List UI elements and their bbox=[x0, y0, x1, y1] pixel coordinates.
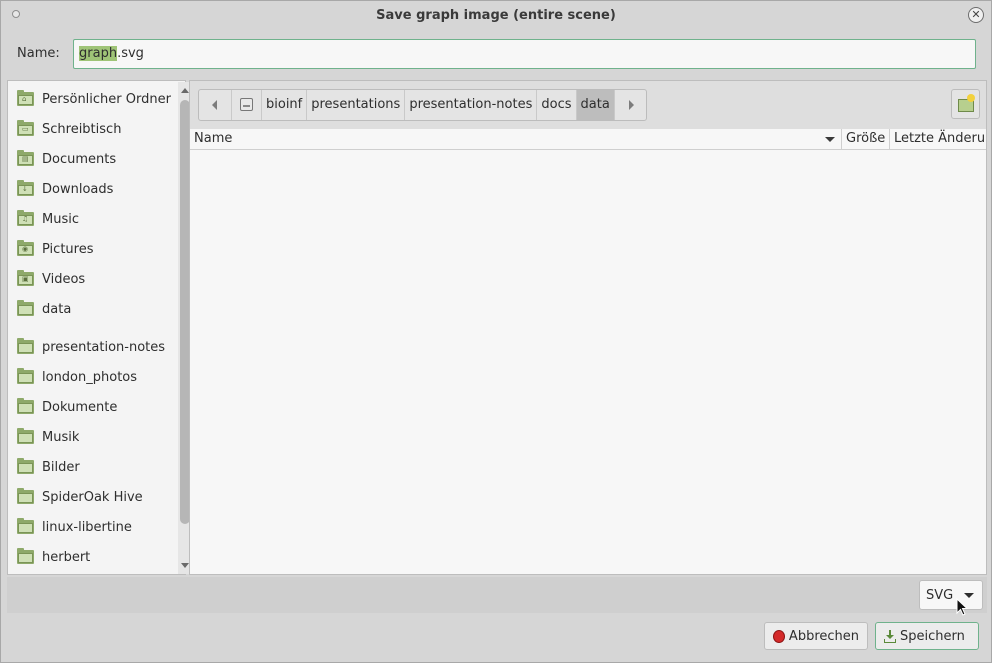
stop-icon bbox=[773, 629, 785, 643]
cancel-button-label: Abbrechen bbox=[788, 628, 859, 644]
file-type-filter-value: SVG bbox=[926, 588, 954, 603]
sidebar-item-label: Downloads bbox=[42, 181, 114, 197]
sidebar-item-label: Bilder bbox=[42, 459, 80, 475]
cancel-button[interactable]: Abbrechen bbox=[764, 622, 868, 650]
sort-descending-icon bbox=[825, 137, 835, 142]
breadcrumb: bioinf presentations presentation-notes … bbox=[198, 89, 647, 121]
places-sidebar: ⌂ Persönlicher Ordner ▭ Schreibtisch ▤ D… bbox=[7, 80, 192, 575]
save-button-label: Speichern bbox=[900, 628, 965, 644]
folder-icon bbox=[17, 458, 34, 474]
sidebar-item-desktop[interactable]: ▭ Schreibtisch bbox=[8, 116, 173, 142]
window-title: Save graph image (entire scene) bbox=[376, 8, 616, 23]
folder-icon bbox=[17, 518, 34, 534]
documents-folder-icon: ▤ bbox=[17, 150, 34, 166]
column-header-label: Name bbox=[194, 131, 233, 146]
file-list-header: Name Größe Letzte Änderung bbox=[190, 129, 986, 150]
save-button[interactable]: Speichern bbox=[875, 622, 979, 650]
save-icon bbox=[884, 629, 896, 643]
path-toolbar: bioinf presentations presentation-notes … bbox=[190, 81, 986, 129]
close-icon: ✕ bbox=[971, 8, 981, 21]
sidebar-item-label: Persönlicher Ordner bbox=[42, 91, 171, 107]
chevron-right-icon bbox=[628, 100, 634, 110]
folder-icon bbox=[17, 488, 34, 504]
filter-bar: SVG bbox=[7, 577, 987, 613]
scroll-up-arrow-icon[interactable] bbox=[181, 88, 189, 93]
sidebar-item-documents[interactable]: ▤ Documents bbox=[8, 146, 173, 172]
sidebar-item-label: presentation-notes bbox=[42, 339, 166, 355]
sidebar-item-label: london_photos bbox=[42, 369, 138, 385]
file-browser-panel: bioinf presentations presentation-notes … bbox=[189, 80, 987, 575]
drive-icon bbox=[240, 98, 253, 111]
sidebar-item-musik[interactable]: Musik bbox=[8, 424, 173, 450]
column-header-label: Größe bbox=[846, 131, 886, 146]
folder-icon bbox=[17, 398, 34, 414]
sidebar-item-label: Pictures bbox=[42, 241, 94, 257]
sidebar-item-spideroak-hive[interactable]: SpiderOak Hive bbox=[8, 484, 173, 510]
sidebar-item-label: Schreibtisch bbox=[42, 121, 122, 137]
downloads-folder-icon: ↓ bbox=[17, 180, 34, 196]
scroll-down-arrow-icon[interactable] bbox=[181, 563, 189, 568]
sidebar-item-label: Documents bbox=[42, 151, 117, 167]
home-folder-icon: ⌂ bbox=[17, 90, 34, 106]
sidebar-item-label: Dokumente bbox=[42, 399, 118, 415]
sidebar-item-presentation-notes[interactable]: presentation-notes bbox=[8, 334, 173, 360]
column-header-label: Letzte Änderung bbox=[894, 131, 986, 146]
path-scroll-right-button[interactable] bbox=[613, 90, 646, 120]
sidebar-item-linux-libertine[interactable]: linux-libertine bbox=[8, 514, 173, 540]
sidebar-item-herbert[interactable]: herbert bbox=[8, 544, 173, 570]
create-folder-button[interactable] bbox=[951, 89, 980, 119]
new-badge-icon bbox=[967, 94, 975, 102]
path-segment-presentations[interactable]: presentations bbox=[306, 90, 404, 120]
name-label: Name: bbox=[17, 46, 60, 61]
chevron-left-icon bbox=[212, 100, 217, 110]
filename-extension-text: .svg bbox=[117, 46, 144, 61]
title-bar: Save graph image (entire scene) ✕ bbox=[1, 1, 991, 31]
sidebar-item-london-photos[interactable]: london_photos bbox=[8, 364, 173, 390]
sidebar-item-bilder[interactable]: Bilder bbox=[8, 454, 173, 480]
close-button[interactable]: ✕ bbox=[968, 7, 984, 23]
save-dialog: Save graph image (entire scene) ✕ Name: … bbox=[0, 0, 992, 663]
column-header-name[interactable]: Name bbox=[190, 129, 842, 150]
path-root-button[interactable] bbox=[231, 90, 261, 120]
sidebar-item-label: Videos bbox=[42, 271, 86, 287]
sidebar-item-home[interactable]: ⌂ Persönlicher Ordner bbox=[8, 86, 173, 112]
sidebar-item-label: linux-libertine bbox=[42, 519, 132, 535]
sidebar-item-data[interactable]: data bbox=[8, 296, 173, 322]
sidebar-item-videos[interactable]: ▣ Videos bbox=[8, 266, 173, 292]
videos-folder-icon: ▣ bbox=[17, 270, 34, 286]
sidebar-item-music[interactable]: ♫ Music bbox=[8, 206, 173, 232]
folder-icon bbox=[17, 368, 34, 384]
folder-icon bbox=[17, 428, 34, 444]
file-list[interactable] bbox=[190, 151, 986, 574]
folder-icon bbox=[17, 300, 34, 316]
desktop-folder-icon: ▭ bbox=[17, 120, 34, 136]
sidebar-item-label: data bbox=[42, 301, 72, 317]
sidebar-item-downloads[interactable]: ↓ Downloads bbox=[8, 176, 173, 202]
column-header-size[interactable]: Größe bbox=[842, 129, 890, 150]
column-header-modified[interactable]: Letzte Änderung bbox=[890, 129, 986, 150]
path-scroll-left-button[interactable] bbox=[199, 90, 231, 120]
path-segment-bioinf[interactable]: bioinf bbox=[261, 90, 306, 120]
music-folder-icon: ♫ bbox=[17, 210, 34, 226]
path-segment-docs[interactable]: docs bbox=[536, 90, 575, 120]
folder-icon bbox=[17, 548, 34, 564]
sidebar-item-label: herbert bbox=[42, 549, 91, 565]
path-segment-data[interactable]: data bbox=[575, 90, 614, 120]
sidebar-item-dokumente[interactable]: Dokumente bbox=[8, 394, 173, 420]
sidebar-item-label: Musik bbox=[42, 429, 80, 445]
sidebar-item-pictures[interactable]: ◉ Pictures bbox=[8, 236, 173, 262]
filename-selected-text: graph bbox=[79, 46, 118, 61]
pictures-folder-icon: ◉ bbox=[17, 240, 34, 256]
file-type-filter-select[interactable]: SVG bbox=[919, 580, 983, 610]
sidebar-item-label: Music bbox=[42, 211, 79, 227]
mouse-pointer-icon bbox=[956, 598, 969, 616]
filename-input[interactable]: graph.svg bbox=[73, 39, 976, 69]
folder-icon bbox=[17, 338, 34, 354]
sidebar-item-label: SpiderOak Hive bbox=[42, 489, 143, 505]
path-segment-presentation-notes[interactable]: presentation-notes bbox=[404, 90, 536, 120]
